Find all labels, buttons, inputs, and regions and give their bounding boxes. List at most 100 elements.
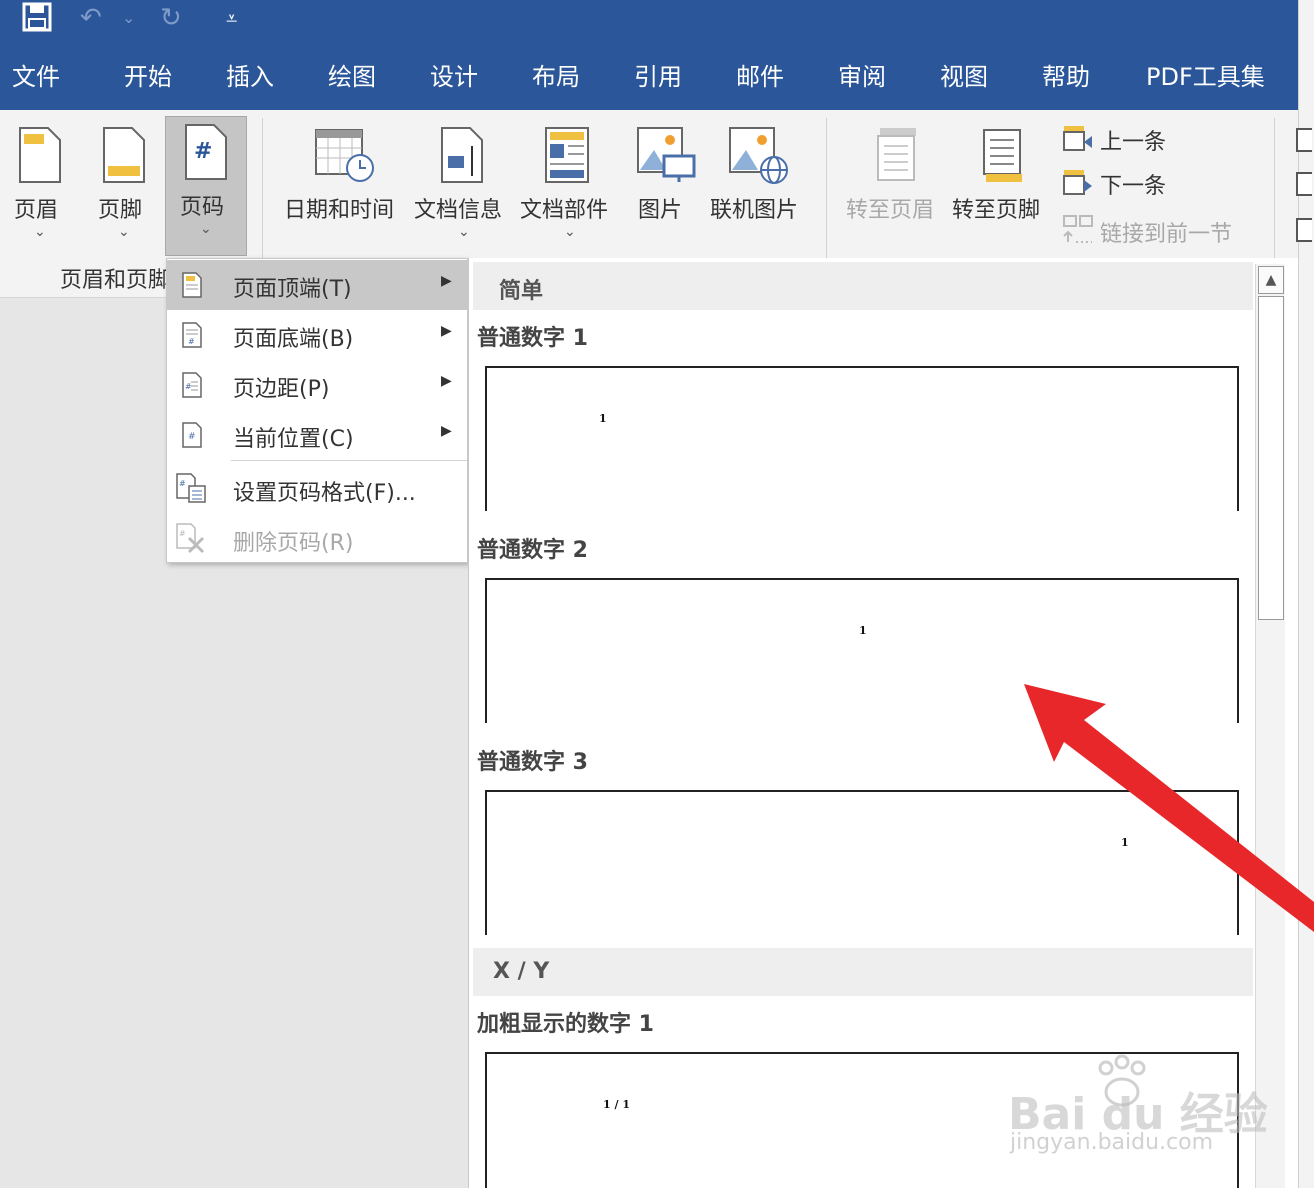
menu-separator: [231, 460, 467, 461]
page-number-preview: 1: [859, 624, 867, 637]
scroll-up-button[interactable]: ▲: [1258, 266, 1284, 294]
redo-icon[interactable]: ↻: [160, 2, 182, 34]
ribbon-separator: [826, 118, 827, 258]
svg-text:#: #: [179, 479, 186, 488]
goto-footer-button[interactable]: 转至页脚: [952, 120, 1052, 230]
doc-info-icon: [441, 127, 483, 183]
doc-info-label: 文档信息: [414, 198, 503, 223]
goto-header-label: 转至页眉: [846, 198, 935, 223]
save-icon[interactable]: [22, 2, 52, 34]
gallery-item-label: 普通数字 1: [477, 326, 588, 351]
page-margin-icon: #: [182, 372, 202, 398]
svg-text:#: #: [185, 382, 192, 391]
section-title: 简单: [499, 279, 544, 304]
menu-item-page-margins[interactable]: # 页边距(P) ▶: [167, 360, 467, 410]
menu-item-bottom-of-page[interactable]: # 页面底端(B) ▶: [167, 310, 467, 360]
tab-help[interactable]: 帮助: [1042, 62, 1090, 92]
menu-item-label: 当前位置(C): [233, 427, 354, 452]
picture-button[interactable]: 图片: [632, 120, 696, 230]
menu-item-current-position[interactable]: # 当前位置(C) ▶: [167, 410, 467, 460]
next-icon: [1063, 170, 1092, 195]
scroll-thumb[interactable]: [1258, 296, 1284, 620]
menu-item-label: 页边距(P): [233, 377, 330, 402]
menu-tab-bar: 文件 开始 插入 绘图 设计 布局 引用 邮件 审阅 视图 帮助 PDF工具集: [0, 42, 1298, 110]
tab-insert[interactable]: 插入: [226, 62, 274, 92]
picture-icon: [637, 127, 696, 182]
checkbox-checked[interactable]: [1296, 218, 1312, 242]
submenu-arrow-icon: ▶: [441, 373, 452, 389]
menu-item-label: 设置页码格式(F)...: [233, 481, 416, 506]
submenu-arrow-icon: ▶: [441, 323, 452, 339]
chevron-down-icon: ⌄: [34, 224, 46, 240]
goto-footer-label: 转至页脚: [952, 198, 1041, 223]
tab-mailings[interactable]: 邮件: [736, 62, 784, 92]
section-title: X / Y: [493, 959, 550, 984]
next-button[interactable]: 下一条: [1060, 166, 1260, 200]
calendar-clock-icon: [315, 129, 374, 182]
tab-references[interactable]: 引用: [634, 62, 682, 92]
page-number-menu: 页面顶端(T) ▶ # 页面底端(B) ▶ # 页边距(P) ▶ # 当前位置(…: [166, 258, 468, 563]
doc-info-button[interactable]: 文档信息 ⌄: [414, 120, 510, 260]
tab-draw[interactable]: 绘图: [328, 62, 376, 92]
page-top-icon: [182, 272, 202, 298]
customize-toolbar-icon[interactable]: ⩡: [226, 2, 237, 34]
online-picture-icon: [729, 127, 788, 184]
tab-pdf-tools[interactable]: PDF工具集: [1146, 62, 1265, 92]
tab-layout[interactable]: 布局: [532, 62, 580, 92]
page-number-preview: 1: [599, 412, 607, 425]
gallery-section-header: 简单: [473, 262, 1253, 310]
format-page-number-icon: #: [176, 473, 206, 503]
header-button[interactable]: 页眉 ⌄: [10, 120, 70, 260]
footer-button[interactable]: 页脚 ⌄: [94, 120, 154, 260]
link-previous-button[interactable]: 链接到前一节: [1060, 212, 1260, 247]
tab-view[interactable]: 视图: [940, 62, 988, 92]
tab-file[interactable]: 文件: [12, 62, 60, 92]
svg-text:#: #: [179, 529, 186, 538]
submenu-arrow-icon: ▶: [441, 273, 452, 289]
chevron-down-icon: ⌄: [564, 224, 576, 240]
watermark-url: jingyan.baidu.com: [1010, 1130, 1214, 1155]
goto-header-icon: [877, 128, 916, 181]
goto-header-button[interactable]: 转至页眉: [846, 120, 946, 230]
tab-design[interactable]: 设计: [430, 62, 478, 92]
doc-parts-button[interactable]: 文档部件 ⌄: [520, 120, 616, 260]
page-number-preview: 1 / 1: [603, 1098, 630, 1111]
checkbox[interactable]: [1296, 128, 1312, 152]
gallery-item-label: 加粗显示的数字 1: [477, 1012, 654, 1037]
red-annotation-arrow: [1024, 684, 1314, 932]
chevron-down-icon: ⌄: [458, 224, 470, 240]
gallery-section-header: X / Y: [473, 948, 1253, 996]
submenu-arrow-icon: ▶: [441, 423, 452, 439]
remove-page-number-icon: #: [176, 523, 205, 554]
page-number-label: 页码: [180, 195, 225, 220]
page-number-button[interactable]: # 页码 ⌄: [165, 116, 247, 256]
undo-dropdown-icon[interactable]: ⌄: [122, 2, 135, 34]
group-label-header-footer: 页眉和页脚: [60, 268, 171, 293]
link-previous-icon: [1063, 215, 1093, 243]
svg-text:#: #: [188, 337, 195, 346]
previous-label: 上一条: [1100, 130, 1167, 155]
gallery-item-plain-number-1[interactable]: 1: [485, 366, 1239, 511]
online-picture-button[interactable]: 联机图片: [708, 120, 808, 230]
title-bar: ↶ ⌄ ↻ ⩡: [0, 0, 1298, 42]
checkbox[interactable]: [1296, 172, 1312, 196]
tab-review[interactable]: 审阅: [838, 62, 886, 92]
menu-item-format-page-numbers[interactable]: # 设置页码格式(F)...: [167, 464, 467, 514]
footer-icon: [103, 127, 145, 183]
doc-parts-icon: [545, 127, 589, 183]
date-time-button[interactable]: 日期和时间: [284, 120, 404, 230]
footer-label: 页脚: [98, 198, 143, 223]
page-bottom-icon: #: [182, 322, 202, 348]
doc-parts-label: 文档部件: [520, 198, 609, 223]
tab-home[interactable]: 开始: [124, 62, 172, 92]
previous-button[interactable]: 上一条: [1060, 122, 1260, 156]
menu-item-top-of-page[interactable]: 页面顶端(T) ▶: [167, 260, 467, 310]
header-icon: [19, 127, 61, 183]
online-picture-label: 联机图片: [710, 198, 799, 223]
undo-icon[interactable]: ↶: [80, 2, 102, 34]
ribbon-separator: [1274, 118, 1275, 258]
current-position-icon: #: [182, 422, 202, 448]
menu-item-remove-page-numbers[interactable]: # 删除页码(R): [167, 514, 467, 564]
goto-footer-icon: [983, 129, 1022, 182]
previous-icon: [1063, 126, 1092, 151]
